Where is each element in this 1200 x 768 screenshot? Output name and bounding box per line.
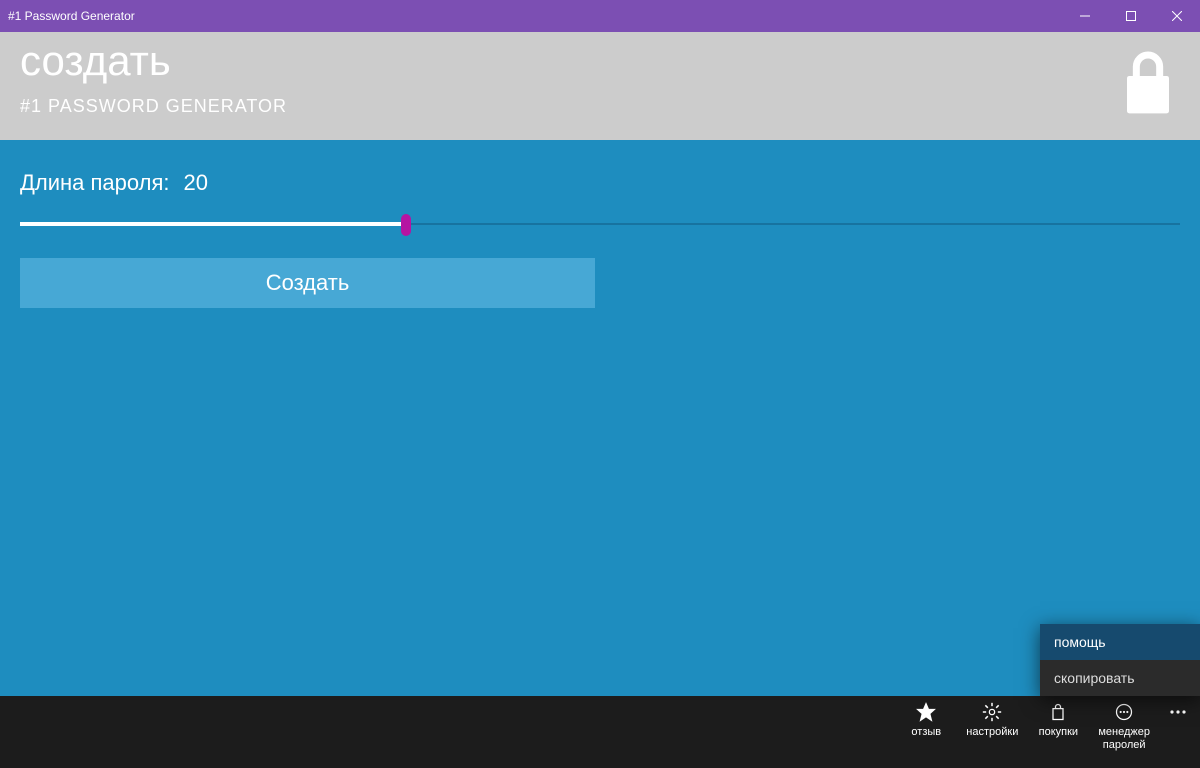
minimize-button[interactable]: [1062, 0, 1108, 32]
slider-fill: [20, 222, 406, 226]
cmd-label: менеджер паролей: [1098, 726, 1150, 751]
main-content: Длина пароля: 20 Создать: [0, 140, 1200, 308]
more-icon: [1170, 710, 1186, 714]
cmd-purchases[interactable]: покупки: [1028, 696, 1088, 768]
overflow-menu: помощьскопировать: [1040, 624, 1200, 696]
cmd-label: отзыв: [911, 726, 941, 739]
length-row: Длина пароля: 20: [20, 170, 1180, 196]
cmd-manager[interactable]: менеджер паролей: [1088, 696, 1160, 768]
close-icon: [1172, 11, 1182, 21]
cmd-settings[interactable]: настройки: [956, 696, 1028, 768]
slider-thumb[interactable]: [401, 214, 411, 236]
lock-icon: [1120, 48, 1176, 118]
window-title: #1 Password Generator: [8, 9, 135, 23]
length-value: 20: [184, 170, 208, 196]
cmd-label: настройки: [966, 726, 1018, 739]
app-header: создать #1 PASSWORD GENERATOR: [0, 32, 1200, 140]
length-label: Длина пароля:: [20, 170, 170, 196]
overflow-menu-item[interactable]: помощь: [1040, 624, 1200, 660]
close-button[interactable]: [1154, 0, 1200, 32]
window-controls: [1062, 0, 1200, 32]
page-title: создать: [20, 40, 1180, 82]
overflow-menu-item[interactable]: скопировать: [1040, 660, 1200, 696]
cmd-label: покупки: [1039, 726, 1078, 739]
gear-icon: [982, 702, 1002, 722]
minimize-icon: [1080, 11, 1090, 21]
bag-icon: [1048, 702, 1068, 722]
maximize-button[interactable]: [1108, 0, 1154, 32]
cmd-review[interactable]: отзыв: [896, 696, 956, 768]
maximize-icon: [1126, 11, 1136, 21]
ellipsis-circle-icon: [1114, 702, 1134, 722]
length-slider[interactable]: [20, 214, 1180, 236]
title-bar: #1 Password Generator: [0, 0, 1200, 32]
command-bar: отзыв настройки покупки менеджер паролей: [0, 696, 1200, 768]
star-icon: [916, 702, 936, 722]
create-button[interactable]: Создать: [20, 258, 595, 308]
app-subtitle: #1 PASSWORD GENERATOR: [20, 96, 1180, 117]
more-button[interactable]: [1160, 696, 1196, 768]
